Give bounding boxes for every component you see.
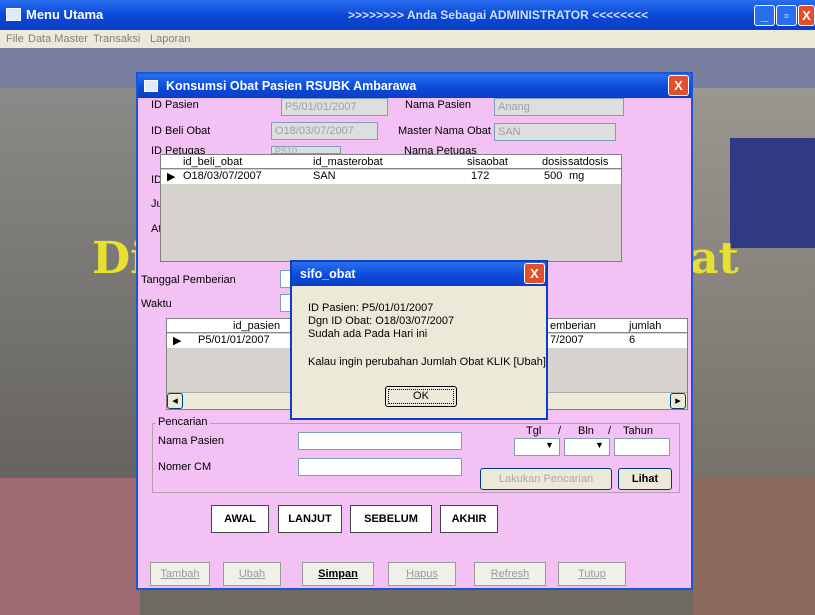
master-nama-obat-field[interactable]: SAN [494, 123, 616, 141]
row-selector-icon: ▶ [167, 171, 176, 183]
id-beli-obat-field[interactable]: O18/03/07/2007 [271, 122, 378, 140]
background-dancers-right [693, 478, 815, 615]
scroll-right-button[interactable]: ▸ [670, 393, 686, 409]
dialog-title: Konsumsi Obat Pasien RSUBK Ambarawa [166, 79, 417, 93]
menu-laporan[interactable]: Laporan [150, 33, 190, 45]
table-row[interactable]: ▶ O18/03/07/2007 SAN 172 500 mg [161, 170, 621, 184]
nama-pasien-search-label: Nama Pasien [158, 435, 225, 447]
tanggal-pemberian-label: Tanggal Pemberian [141, 274, 236, 286]
form-icon [144, 80, 158, 92]
background-dancers-left [0, 478, 140, 615]
main-window-title: Menu Utama [26, 7, 104, 22]
lihat-button[interactable]: Lihat [618, 468, 672, 490]
col-sisaobat: sisaobat [467, 156, 508, 168]
col-tgl-pemberian: emberian [550, 320, 596, 332]
maximize-button[interactable]: ▫ [776, 5, 797, 26]
tgl-label: Tgl [526, 425, 542, 437]
bln-label: Bln [578, 425, 594, 437]
date-separator-1: / [558, 425, 562, 437]
tahun-label: Tahun [623, 425, 653, 437]
nama-pasien-search-input[interactable] [298, 432, 462, 450]
cell-dosis: 500 [544, 170, 563, 182]
maximize-icon: ▫ [784, 8, 789, 23]
col-id-beli-obat: id_beli_obat [183, 156, 243, 168]
app-icon [6, 8, 21, 21]
col-jumlah: jumlah [629, 320, 662, 332]
col-id-pasien: id_pasien [233, 320, 281, 332]
lanjut-button[interactable]: LANJUT [278, 505, 342, 533]
message-box-title: sifo_obat [300, 267, 356, 281]
hapus-button[interactable]: Hapus [388, 562, 456, 586]
menu-transaksi[interactable]: Transaksi [93, 33, 140, 45]
bln-select[interactable]: ▼ [564, 438, 610, 456]
dialog-title-bar: Konsumsi Obat Pasien RSUBK Ambarawa X [138, 74, 691, 98]
message-line-1: ID Pasien: P5/01/01/2007 [308, 302, 434, 314]
close-icon: X [802, 8, 811, 23]
background-text-right: at [690, 233, 739, 284]
obat-grid-header: id_beli_obat id_masterobat sisaobat dosi… [161, 155, 621, 169]
simpan-button[interactable]: Simpan [302, 562, 374, 586]
minimize-icon: _ [760, 8, 769, 23]
id-pasien-field[interactable]: P5/01/01/2007 [281, 98, 388, 116]
awal-button[interactable]: AWAL [211, 505, 269, 533]
nomer-cm-input[interactable] [298, 458, 462, 476]
row-selector-icon: ▶ [173, 335, 182, 347]
cell-jumlah: 6 [629, 334, 636, 346]
tgl-select[interactable]: ▼ [514, 438, 560, 456]
menu-data-master[interactable]: Data Master [28, 33, 88, 45]
dialog-close-button[interactable]: X [668, 75, 689, 96]
scroll-left-button[interactable]: ◂ [167, 393, 183, 409]
tahun-input[interactable] [614, 438, 670, 456]
chevron-down-icon: ▼ [545, 440, 554, 450]
cell-id-masterobat: SAN [313, 170, 336, 182]
arrow-left-icon: ◂ [172, 395, 178, 407]
id-beli-obat-label: ID Beli Obat [151, 125, 211, 137]
cell-satdosis: mg [569, 170, 585, 182]
col-dosis: dosis [542, 156, 568, 168]
id-petugas-field[interactable]: PS10 [271, 146, 341, 154]
message-box-close-button[interactable]: X [524, 263, 545, 284]
nomer-cm-label: Nomer CM [158, 461, 212, 473]
waktu-label: Waktu [141, 298, 172, 310]
message-line-2: Dgn ID Obat: O18/03/07/2007 [308, 315, 455, 327]
akhir-button[interactable]: AKHIR [440, 505, 498, 533]
background-sign [730, 138, 815, 248]
role-banner: >>>>>>>> Anda Sebagai ADMINISTRATOR <<<<… [348, 8, 649, 22]
arrow-right-icon: ▸ [675, 395, 681, 407]
cell-tgl-pemberian: 7/2007 [550, 334, 584, 346]
lakukan-pencarian-button[interactable]: Lakukan Pencarian [480, 468, 612, 490]
menu-file[interactable]: File [6, 33, 24, 45]
tutup-button[interactable]: Tutup [558, 562, 626, 586]
menu-bar: File Data Master Transaksi Laporan [0, 30, 815, 48]
close-icon: X [530, 266, 539, 281]
cell-id-pasien: P5/01/01/2007 [198, 334, 270, 346]
cell-id-beli-obat: O18/03/07/2007 [183, 170, 262, 182]
main-title-bar: Menu Utama >>>>>>>> Anda Sebagai ADMINIS… [0, 0, 815, 30]
col-id-masterobat: id_masterobat [313, 156, 383, 168]
sebelum-button[interactable]: SEBELUM [350, 505, 432, 533]
id-pasien-label: ID Pasien [151, 99, 199, 111]
message-line-3: Sudah ada Pada Hari ini [308, 328, 428, 340]
obat-grid[interactable]: id_beli_obat id_masterobat sisaobat dosi… [160, 154, 622, 262]
pencarian-label: Pencarian [156, 416, 210, 428]
message-box: sifo_obat X ID Pasien: P5/01/01/2007 Dgn… [290, 260, 548, 420]
main-close-button[interactable]: X [798, 5, 815, 26]
minimize-button[interactable]: _ [754, 5, 775, 26]
tambah-button[interactable]: Tambah [150, 562, 210, 586]
date-separator-2: / [608, 425, 612, 437]
cell-sisaobat: 172 [471, 170, 490, 182]
message-line-4: Kalau ingin perubahan Jumlah Obat KLIK [… [308, 356, 546, 368]
chevron-down-icon: ▼ [595, 440, 604, 450]
master-nama-obat-label: Master Nama Obat [398, 125, 491, 137]
col-satdosis: satdosis [568, 156, 609, 168]
refresh-button[interactable]: Refresh [474, 562, 546, 586]
ubah-button[interactable]: Ubah [223, 562, 281, 586]
nama-pasien-label: Nama Pasien [405, 99, 472, 111]
ok-button[interactable]: OK [385, 386, 457, 407]
nama-pasien-field[interactable]: Anang [494, 98, 624, 116]
message-box-title-bar: sifo_obat X [292, 262, 546, 286]
close-icon: X [674, 78, 683, 93]
